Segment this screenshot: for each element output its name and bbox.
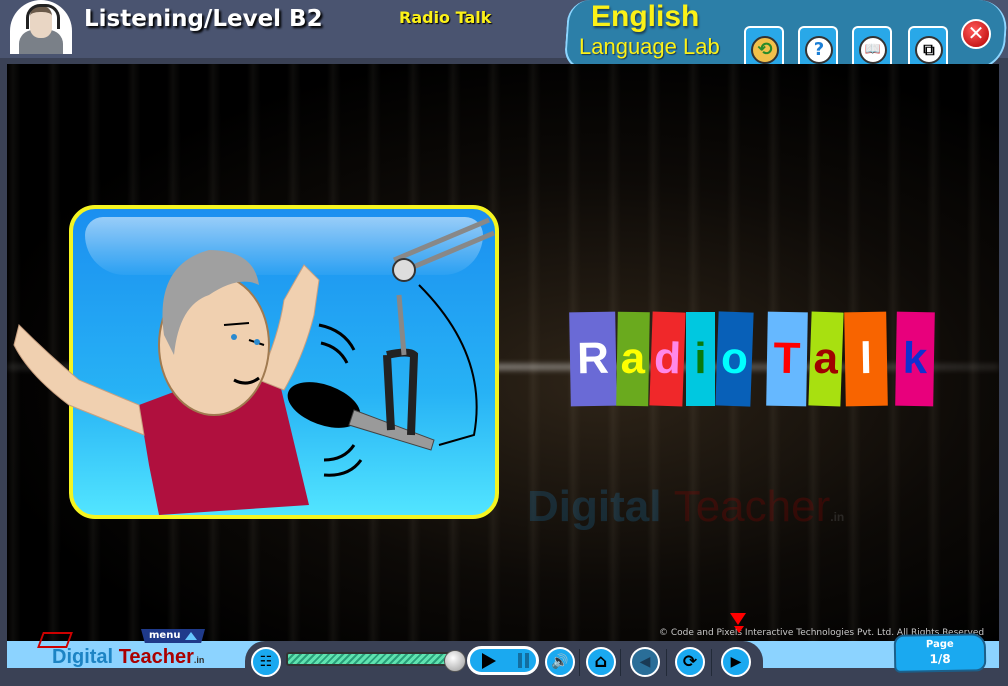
close-button[interactable]: ✕ bbox=[961, 19, 991, 49]
title-letter: T bbox=[766, 311, 808, 407]
page-indicator: Page 1/8 bbox=[893, 633, 987, 673]
host-drawing bbox=[13, 217, 495, 515]
logo-digital: Digital bbox=[52, 646, 114, 668]
page-value: 1/8 bbox=[929, 651, 951, 667]
audio-progress-bar[interactable] bbox=[286, 652, 458, 666]
microphone-mount bbox=[383, 348, 419, 436]
position-marker-icon bbox=[730, 613, 746, 625]
next-button[interactable]: ▶ bbox=[721, 647, 751, 677]
eye bbox=[231, 334, 237, 340]
title-letter: a bbox=[808, 311, 844, 407]
letter-k: k bbox=[902, 333, 928, 384]
folder-clock-icon: ⟲ bbox=[751, 36, 779, 64]
watermark-digital: Digital bbox=[527, 482, 662, 531]
menu-up-arrow-icon[interactable] bbox=[185, 632, 197, 640]
logo-suffix: .in bbox=[193, 655, 205, 665]
sitemap-button[interactable]: ☷ bbox=[251, 647, 281, 677]
divider bbox=[711, 649, 712, 676]
play-pause-control bbox=[467, 646, 539, 675]
title-letter: i bbox=[686, 312, 715, 406]
letter-a: a bbox=[620, 333, 646, 384]
microphone-head bbox=[287, 382, 361, 428]
window-resize-button[interactable]: ⧉ bbox=[908, 26, 948, 66]
lesson-title: Radio Talk bbox=[399, 8, 492, 27]
book-icon: 📖 bbox=[859, 36, 887, 64]
letter-r: R bbox=[576, 333, 610, 384]
home-button[interactable]: ⌂ bbox=[586, 647, 616, 677]
pause-button[interactable] bbox=[518, 653, 522, 668]
history-folder-button[interactable]: ⟲ bbox=[744, 26, 784, 66]
title-letter: o bbox=[715, 311, 754, 407]
letter-a: a bbox=[812, 333, 840, 384]
help-button[interactable]: ? bbox=[798, 26, 838, 66]
headphones-icon bbox=[26, 4, 60, 29]
page-label: Page bbox=[925, 638, 954, 651]
breadcrumb: Listening/Level B2 bbox=[84, 6, 323, 32]
replay-button[interactable]: ⟳ bbox=[675, 647, 705, 677]
letter-o: o bbox=[720, 333, 749, 384]
eye bbox=[254, 339, 260, 345]
brand-title: English bbox=[591, 0, 700, 33]
glossary-button[interactable]: 📖 bbox=[852, 26, 892, 66]
letter-t: T bbox=[773, 333, 801, 384]
logo-teacher: Teacher bbox=[118, 646, 194, 668]
title-letter: R bbox=[569, 311, 617, 407]
title-letter: d bbox=[649, 311, 686, 407]
volume-button[interactable]: 🔊 bbox=[545, 647, 575, 677]
microphone-cable bbox=[418, 284, 478, 446]
question-icon: ? bbox=[805, 36, 833, 64]
radio-host-illustration bbox=[13, 205, 499, 519]
letter-i: i bbox=[694, 334, 707, 383]
divider bbox=[579, 649, 580, 676]
digitalteacher-logo: Digital Teacher.in bbox=[52, 646, 204, 669]
resize-window-icon: ⧉ bbox=[915, 36, 943, 64]
letter-l: l bbox=[859, 333, 873, 384]
title-letter: l bbox=[844, 311, 888, 407]
title-letter: a bbox=[616, 311, 650, 407]
progress-knob[interactable] bbox=[444, 650, 466, 672]
letter-d: d bbox=[653, 333, 682, 384]
microphone-rod bbox=[396, 294, 407, 356]
radio-talk-title: R a d i o T a l k bbox=[569, 311, 940, 412]
watermark-teacher: Teacher bbox=[673, 482, 831, 531]
brand-subtitle: Language Lab bbox=[579, 34, 720, 59]
progress-fill bbox=[288, 654, 451, 664]
previous-button[interactable]: ◀ bbox=[630, 647, 660, 677]
play-button[interactable] bbox=[482, 653, 496, 669]
divider bbox=[666, 649, 667, 676]
title-letter: k bbox=[895, 311, 935, 407]
user-avatar bbox=[10, 0, 72, 54]
boom-joint bbox=[392, 258, 416, 282]
digitalteacher-watermark: Digital Teacher.in bbox=[527, 482, 844, 532]
watermark-suffix: .in bbox=[830, 510, 845, 524]
position-marker-icon bbox=[734, 626, 744, 633]
divider bbox=[620, 649, 621, 676]
